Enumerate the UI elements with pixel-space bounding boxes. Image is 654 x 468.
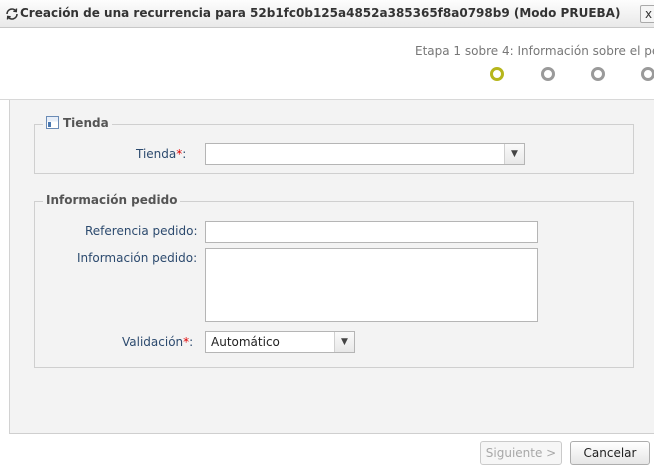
dialog-title: Creación de una recurrencia para 52b1fc0… — [20, 6, 621, 20]
order-info-legend-text: Información pedido — [46, 193, 178, 207]
order-info-textarea[interactable] — [205, 248, 538, 322]
step-indicator-4 — [641, 67, 654, 81]
order-info-legend: Información pedido — [43, 193, 181, 207]
next-button[interactable]: Siguiente > — [480, 441, 562, 465]
step-indicator-1 — [490, 67, 504, 81]
dialog-titlebar: Creación de una recurrencia para 52b1fc0… — [0, 0, 654, 28]
step-indicator-2 — [541, 67, 555, 81]
close-icon: x — [645, 7, 653, 21]
order-info-label: Información pedido: — [77, 251, 198, 265]
store-fieldset: Tienda Tienda*: ▼ — [34, 116, 634, 174]
validation-select-value: Automático — [211, 335, 280, 349]
reference-label: Referencia pedido: — [85, 224, 198, 238]
chevron-down-icon[interactable]: ▼ — [334, 332, 354, 352]
wizard-header: Etapa 1 sobre 4: Información sobre el pe… — [0, 28, 654, 100]
validation-select[interactable]: Automático ▼ — [205, 331, 355, 353]
label-colon: : — [189, 335, 194, 349]
store-legend: Tienda — [43, 116, 112, 130]
wizard-step-text: Etapa 1 sobre 4: Información sobre el pe… — [415, 44, 654, 58]
close-button[interactable]: x — [640, 5, 654, 23]
label-colon: : — [182, 147, 187, 161]
recurrence-icon — [6, 8, 18, 20]
wizard-content: Tienda Tienda*: ▼ Información pedido Ref… — [9, 100, 654, 434]
store-label-text: Tienda — [136, 147, 177, 161]
store-select[interactable]: ▼ — [205, 143, 525, 165]
validation-field-label: Validación*: — [122, 335, 193, 349]
chevron-down-icon[interactable]: ▼ — [504, 144, 524, 164]
cancel-button[interactable]: Cancelar — [570, 441, 650, 465]
store-legend-text: Tienda — [63, 116, 109, 130]
store-icon — [46, 116, 59, 129]
order-info-fieldset: Información pedido Referencia pedido: In… — [34, 193, 634, 368]
store-field-label: Tienda*: — [136, 147, 186, 161]
validation-label-text: Validación — [122, 335, 184, 349]
reference-input[interactable] — [205, 221, 538, 243]
step-indicator-3 — [591, 67, 605, 81]
